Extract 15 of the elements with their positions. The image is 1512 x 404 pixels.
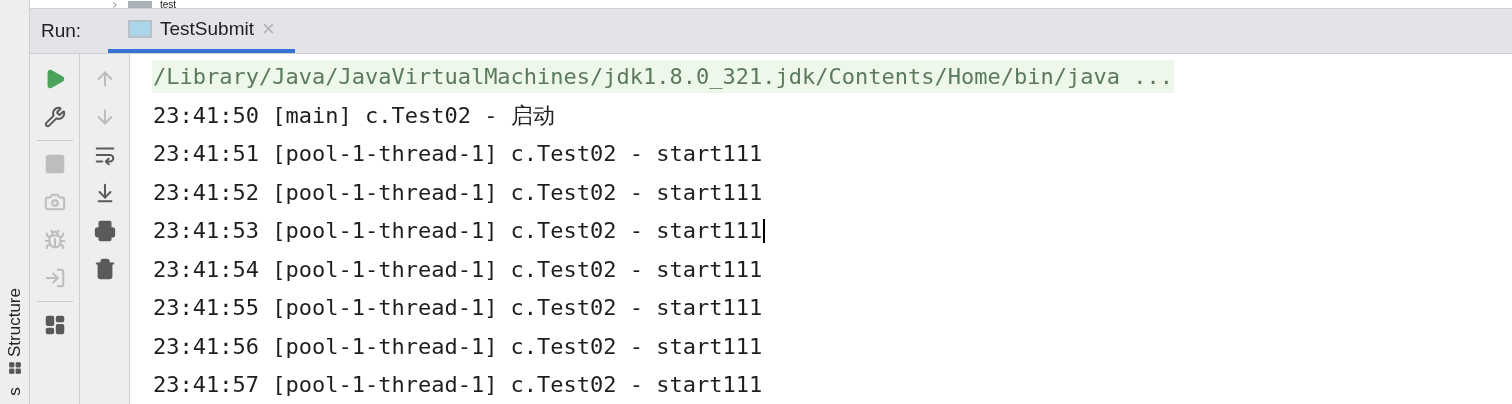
tree-item: test: [160, 0, 177, 9]
log-line: 23:41:50 [main] c.Test02 - 启动: [152, 101, 556, 130]
side-tab-label: s: [6, 387, 23, 396]
console-icon: [128, 19, 152, 38]
structure-tab[interactable]: Structure: [1, 288, 28, 375]
structure-icon: [7, 361, 22, 375]
log-line: 23:41:51 [pool-1-thread-1] c.Test02 - start111: [152, 140, 764, 169]
log-line: 23:41:53 [pool-1-thread-1] c.Test02 - start111: [152, 217, 764, 246]
log-line: 23:41:55 [pool-1-thread-1] c.Test02 - start111: [152, 294, 764, 323]
log-line: 23:41:56 [pool-1-thread-1] c.Test02 - start111: [152, 332, 764, 361]
folder-icon: [128, 0, 152, 9]
log-line: 23:41:54 [pool-1-thread-1] c.Test02 - start111: [152, 255, 764, 284]
log-line: 23:41:57 [pool-1-thread-1] c.Test02 - start111: [152, 371, 764, 400]
run-label: Run:: [41, 18, 83, 43]
log-line: 23:41:52 [pool-1-thread-1] c.Test02 - start111: [152, 178, 764, 207]
